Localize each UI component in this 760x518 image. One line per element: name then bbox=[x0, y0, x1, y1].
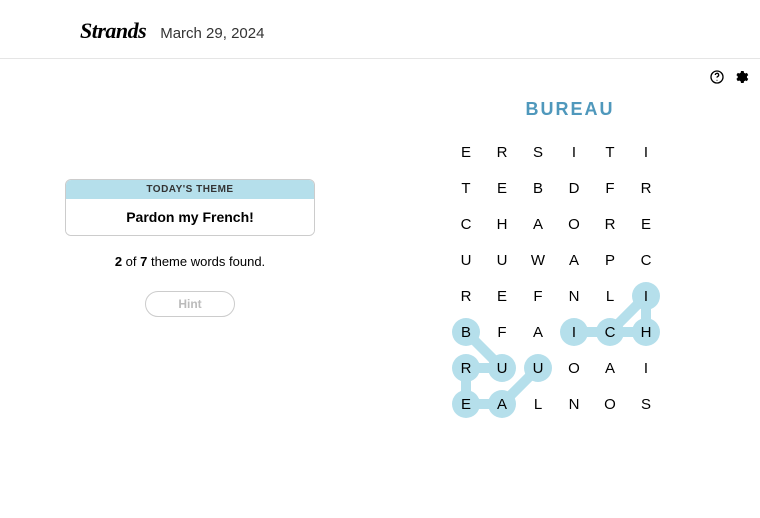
grid-cell[interactable]: W bbox=[524, 246, 552, 274]
grid-cell[interactable]: H bbox=[632, 318, 660, 346]
theme-text: Pardon my French! bbox=[66, 199, 314, 235]
grid-cell[interactable]: L bbox=[524, 390, 552, 418]
grid-cell[interactable]: A bbox=[596, 354, 624, 382]
grid-cell[interactable]: O bbox=[560, 210, 588, 238]
header-date: March 29, 2024 bbox=[160, 25, 264, 42]
grid-cell[interactable]: B bbox=[524, 174, 552, 202]
grid-cell[interactable]: U bbox=[488, 354, 516, 382]
grid-cell[interactable]: P bbox=[596, 246, 624, 274]
left-panel: TODAY'S THEME Pardon my French! 2 of 7 t… bbox=[0, 99, 380, 454]
grid-cell[interactable]: E bbox=[452, 138, 480, 166]
grid-cell[interactable]: A bbox=[524, 210, 552, 238]
header: Strands March 29, 2024 bbox=[0, 0, 760, 59]
grid-cell[interactable]: E bbox=[632, 210, 660, 238]
grid-cell[interactable]: T bbox=[596, 138, 624, 166]
grid-cell[interactable]: U bbox=[488, 246, 516, 274]
grid-cell[interactable]: D bbox=[560, 174, 588, 202]
grid-cell[interactable]: N bbox=[560, 282, 588, 310]
grid-cell[interactable]: R bbox=[488, 138, 516, 166]
found-count: 2 bbox=[115, 254, 122, 269]
grid-cell[interactable]: R bbox=[596, 210, 624, 238]
grid-cell[interactable]: C bbox=[596, 318, 624, 346]
grid-cell[interactable]: O bbox=[596, 390, 624, 418]
grid-cell[interactable]: C bbox=[452, 210, 480, 238]
grid-cell[interactable]: I bbox=[632, 354, 660, 382]
grid-cell[interactable]: L bbox=[596, 282, 624, 310]
grid-cell[interactable]: I bbox=[560, 138, 588, 166]
progress-text: 2 of 7 theme words found. bbox=[115, 254, 265, 269]
grid-cell[interactable]: A bbox=[488, 390, 516, 418]
theme-box: TODAY'S THEME Pardon my French! bbox=[65, 179, 315, 236]
app-title: Strands bbox=[80, 18, 146, 44]
grid-cell[interactable]: E bbox=[488, 174, 516, 202]
grid-cell[interactable]: B bbox=[452, 318, 480, 346]
grid-cell[interactable]: R bbox=[632, 174, 660, 202]
toolbar bbox=[708, 60, 750, 94]
grid-cell[interactable]: A bbox=[524, 318, 552, 346]
grid-cell[interactable]: S bbox=[524, 138, 552, 166]
grid-cell[interactable]: U bbox=[524, 354, 552, 382]
grid-cell[interactable]: S bbox=[632, 390, 660, 418]
letter-grid[interactable]: ERSITITEBDFRCHAOREUUWAPCREFNLIBFAICHRUUO… bbox=[448, 138, 692, 454]
grid-cell[interactable]: U bbox=[452, 246, 480, 274]
grid-cell[interactable]: F bbox=[524, 282, 552, 310]
grid-cell[interactable]: H bbox=[488, 210, 516, 238]
right-panel: BUREAU ERSITITEBDFRCHAOREUUWAPCREFNLIBFA… bbox=[380, 99, 760, 454]
grid-cell[interactable]: F bbox=[488, 318, 516, 346]
grid-cell[interactable]: E bbox=[452, 390, 480, 418]
grid-cell[interactable]: F bbox=[596, 174, 624, 202]
grid-cell[interactable]: C bbox=[632, 246, 660, 274]
grid-cell[interactable]: A bbox=[560, 246, 588, 274]
help-icon[interactable] bbox=[708, 68, 726, 86]
grid-cell[interactable]: I bbox=[632, 138, 660, 166]
grid-cell[interactable]: T bbox=[452, 174, 480, 202]
grid-cell[interactable]: I bbox=[560, 318, 588, 346]
grid-cell[interactable]: O bbox=[560, 354, 588, 382]
theme-label: TODAY'S THEME bbox=[66, 180, 314, 199]
grid-cell[interactable]: N bbox=[560, 390, 588, 418]
grid-cell[interactable]: R bbox=[452, 282, 480, 310]
settings-icon[interactable] bbox=[732, 68, 750, 86]
grid-cell[interactable]: I bbox=[632, 282, 660, 310]
grid-cell[interactable]: R bbox=[452, 354, 480, 382]
found-word: BUREAU bbox=[525, 99, 614, 120]
grid-cell[interactable]: E bbox=[488, 282, 516, 310]
hint-button[interactable]: Hint bbox=[145, 291, 235, 317]
main: TODAY'S THEME Pardon my French! 2 of 7 t… bbox=[0, 59, 760, 454]
